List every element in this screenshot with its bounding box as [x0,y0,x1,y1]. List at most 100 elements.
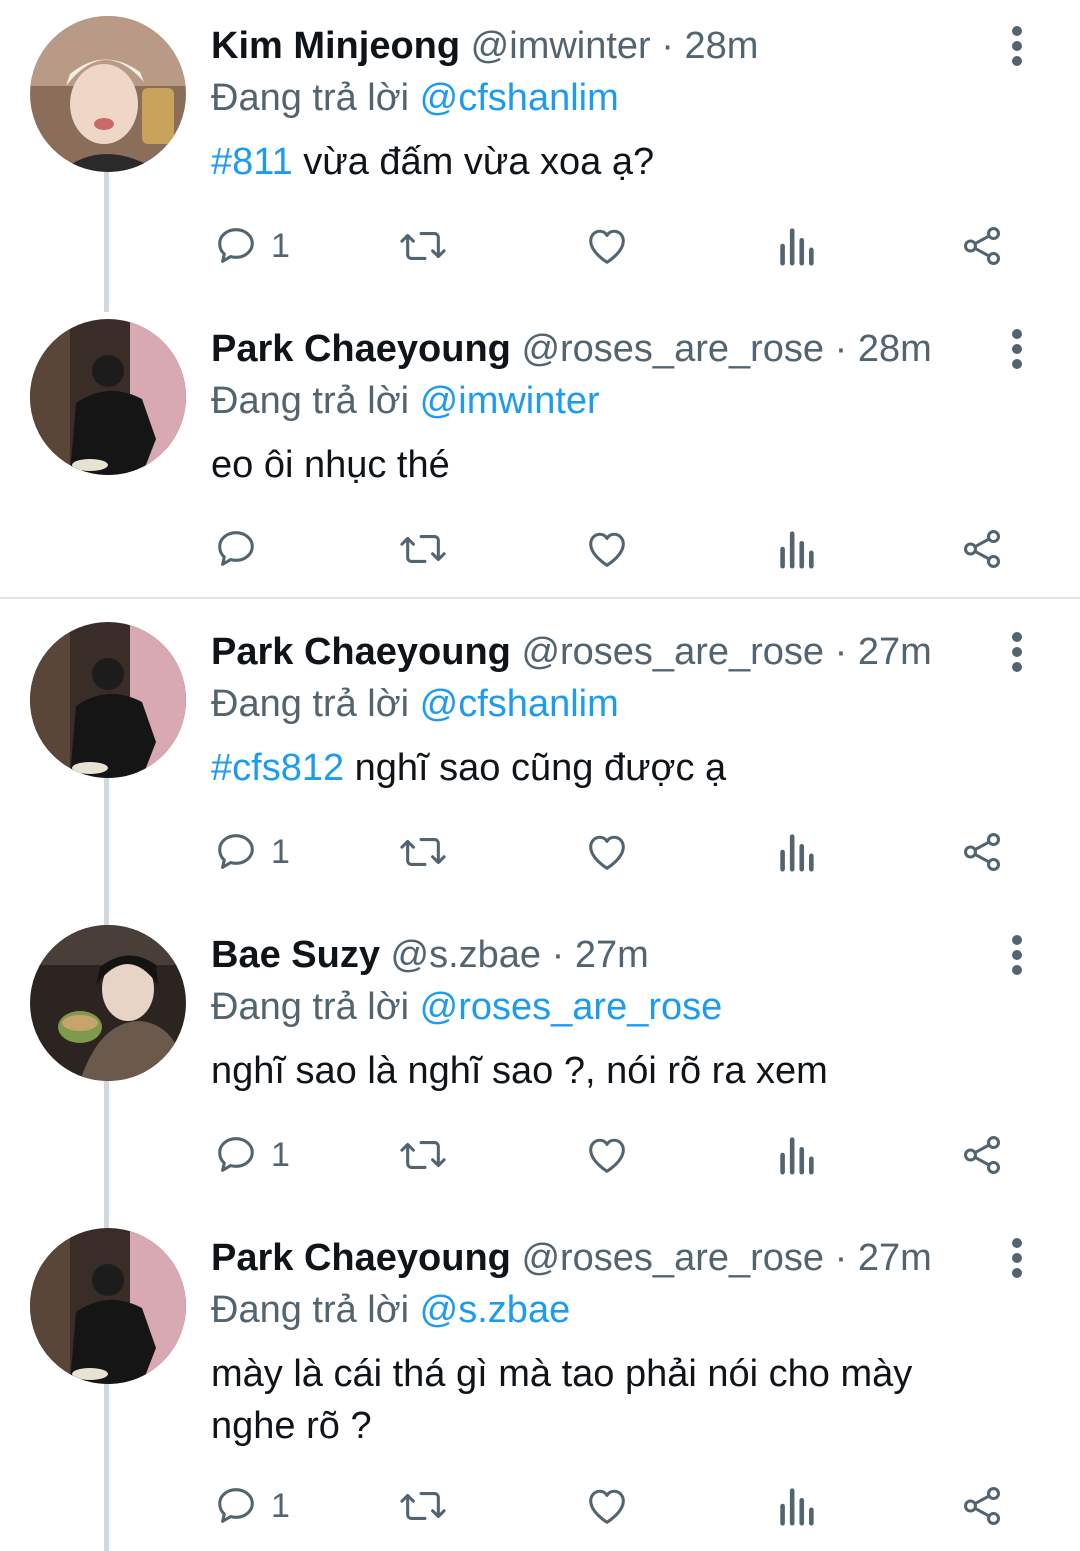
replying-prefix: Đang trả lời [211,683,410,725]
reply-button[interactable]: 1 [213,1125,290,1185]
share-button[interactable] [958,216,1006,276]
thread-divider [0,597,1080,599]
like-button[interactable] [583,519,631,579]
reply-count: 1 [271,1486,290,1525]
action-bar [0,519,1080,579]
views-button[interactable] [775,519,817,579]
mention-link[interactable]: @cfshanlim [420,77,619,119]
avatar-image [30,622,186,778]
avatar[interactable] [30,319,186,475]
mention-link[interactable]: @cfshanlim [420,683,619,725]
display-name[interactable]: Kim Minjeong [211,25,460,67]
replying-to: Đang trả lời @s.zbae [211,1284,570,1336]
more-vertical-icon[interactable] [1000,628,1034,674]
user-handle[interactable]: @s.zbae [391,934,542,976]
views-button[interactable] [775,1125,817,1185]
retweet-button[interactable] [397,1125,449,1185]
replying-to: Đang trả lời @cfshanlim [211,678,619,730]
share-icon [963,1487,1001,1525]
timestamp[interactable]: 28m [858,328,932,370]
retweet-button[interactable] [397,519,449,579]
timestamp[interactable]: 27m [858,631,932,673]
replying-prefix: Đang trả lời [211,986,410,1028]
share-button[interactable] [958,519,1006,579]
tweet-body: eo ôi nhục thé [211,444,450,486]
avatar[interactable] [30,622,186,778]
hashtag-link[interactable]: #811 [211,141,293,183]
reply-button[interactable] [213,519,271,579]
separator: · [834,1237,848,1279]
avatar-image [30,319,186,475]
more-vertical-icon[interactable] [1000,931,1034,977]
retweet-button[interactable] [397,1476,449,1536]
share-button[interactable] [958,1476,1006,1536]
mention-link[interactable]: @s.zbae [420,1289,571,1331]
retweet-button[interactable] [397,216,449,276]
reply-timeline: Kim Minjeong @imwinter · 28m Đang trả lờ… [0,0,1080,1551]
user-handle[interactable]: @roses_are_rose [521,328,824,370]
timestamp[interactable]: 27m [575,934,649,976]
like-button[interactable] [583,216,631,276]
share-button[interactable] [958,822,1006,882]
replying-to: Đang trả lời @imwinter [211,375,600,427]
more-vertical-icon[interactable] [1000,1234,1034,1280]
action-bar: 1 [0,216,1080,276]
retweet-icon [400,232,446,260]
display-name[interactable]: Bae Suzy [211,934,380,976]
avatar[interactable] [30,1228,186,1384]
tweet-header: Bae Suzy @s.zbae · 27m [211,929,649,981]
replying-prefix: Đang trả lời [211,380,410,422]
tweet[interactable]: Kim Minjeong @imwinter · 28m Đang trả lờ… [0,0,1080,312]
views-button[interactable] [775,822,817,882]
separator: · [834,328,848,370]
tweet[interactable]: Bae Suzy @s.zbae · 27m Đang trả lời @ros… [0,909,1080,1231]
reply-count: 1 [271,226,290,265]
share-button[interactable] [958,1125,1006,1185]
display-name[interactable]: Park Chaeyoung [211,1237,511,1279]
user-handle[interactable]: @imwinter [471,25,651,67]
views-button[interactable] [775,216,817,276]
tweet-text: mày là cái thá gì mà tao phải nói cho mà… [211,1348,1001,1452]
hashtag-link[interactable]: #cfs812 [211,747,344,789]
timestamp[interactable]: 27m [858,1237,932,1279]
avatar[interactable] [30,925,186,1081]
retweet-button[interactable] [397,822,449,882]
like-button[interactable] [583,1125,631,1185]
display-name[interactable]: Park Chaeyoung [211,328,511,370]
reply-button[interactable]: 1 [213,216,290,276]
heart-icon [589,532,625,567]
reply-button[interactable]: 1 [213,1476,290,1536]
tweet-header: Kim Minjeong @imwinter · 28m [211,20,758,72]
reply-button[interactable]: 1 [213,822,290,882]
user-handle[interactable]: @roses_are_rose [521,1237,824,1279]
action-bar: 1 [0,1125,1080,1185]
tweet-text: #811 vừa đấm vừa xoa ạ? [211,136,1031,188]
heart-icon [589,229,625,264]
tweet-body: mày là cái thá gì mà tao phải nói cho mà… [211,1353,913,1447]
like-button[interactable] [583,1476,631,1536]
display-name[interactable]: Park Chaeyoung [211,631,511,673]
tweet-body: nghĩ sao là nghĩ sao ?, nói rõ ra xem [211,1050,828,1092]
retweet-icon [400,535,446,563]
mention-link[interactable]: @roses_are_rose [420,986,723,1028]
mention-link[interactable]: @imwinter [420,380,600,422]
heart-icon [589,1138,625,1173]
views-button[interactable] [775,1476,817,1536]
user-handle[interactable]: @roses_are_rose [521,631,824,673]
avatar-image [30,1228,186,1384]
action-bar: 1 [0,822,1080,882]
share-icon [963,227,1001,265]
tweet[interactable]: Park Chaeyoung @roses_are_rose · 28m Đan… [0,303,1080,595]
tweet-body: nghĩ sao cũng được ạ [344,747,727,789]
separator: · [551,934,565,976]
tweet[interactable]: Park Chaeyoung @roses_are_rose · 27m Đan… [0,1212,1080,1551]
tweet[interactable]: Park Chaeyoung @roses_are_rose · 27m Đan… [0,606,1080,928]
avatar[interactable] [30,16,186,172]
action-bar: 1 [0,1476,1080,1536]
reply-icon [218,1488,254,1523]
retweet-icon [400,1141,446,1169]
timestamp[interactable]: 28m [685,25,759,67]
more-vertical-icon[interactable] [1000,325,1034,371]
like-button[interactable] [583,822,631,882]
more-vertical-icon[interactable] [1000,22,1034,68]
